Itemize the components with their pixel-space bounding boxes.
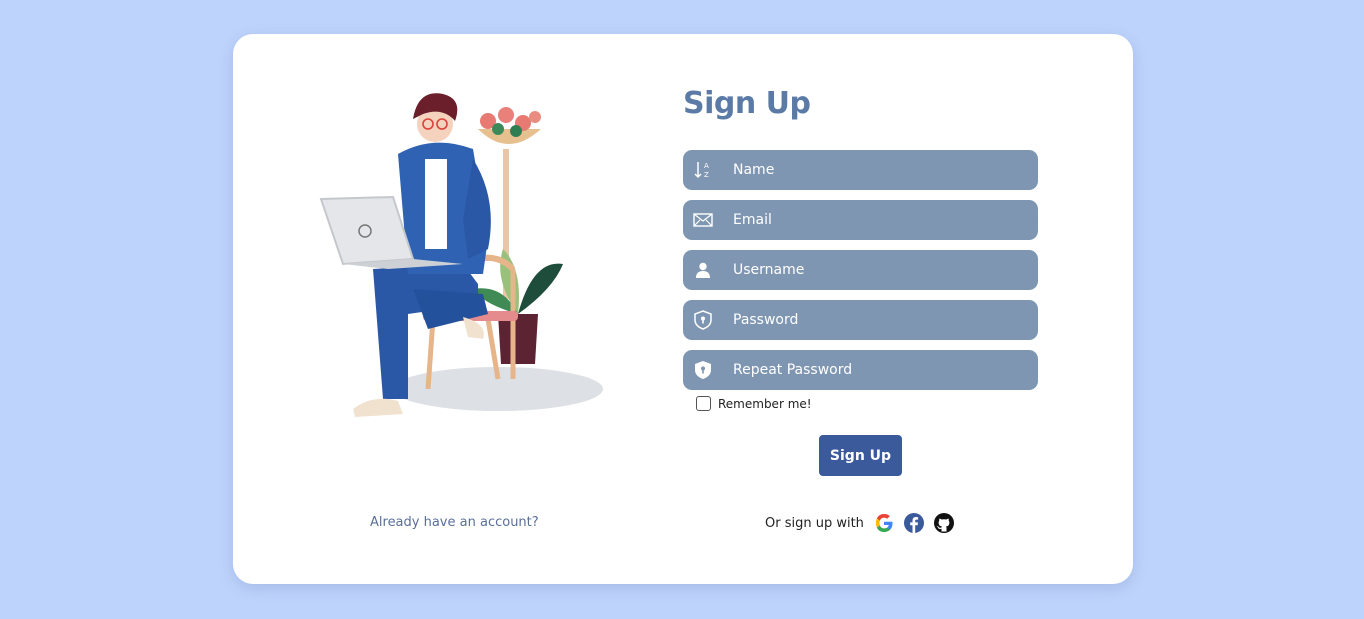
password-field[interactable] [683, 300, 1038, 340]
facebook-icon[interactable] [903, 512, 925, 534]
repeat-password-field[interactable] [683, 350, 1038, 390]
social-signup: Or sign up with [765, 512, 963, 534]
shield-lock-filled-icon [683, 350, 723, 390]
username-input[interactable] [733, 250, 1023, 290]
login-link[interactable]: Already have an account? [370, 515, 539, 530]
remember-label: Remember me! [718, 396, 812, 411]
user-icon [683, 250, 723, 290]
email-input[interactable] [733, 200, 1023, 240]
github-icon[interactable] [933, 512, 955, 534]
page-title: Sign Up [683, 86, 811, 121]
username-field[interactable] [683, 250, 1038, 290]
svg-text:Z: Z [704, 171, 709, 179]
sort-alpha-icon: AZ [683, 150, 723, 190]
repeat-password-input[interactable] [733, 350, 1023, 390]
social-icons [873, 512, 963, 534]
illustration-person-with-laptop [313, 89, 613, 434]
signup-card: Sign Up AZ Remember me! Sign Up Al [233, 34, 1133, 584]
password-input[interactable] [733, 300, 1023, 340]
remember-checkbox[interactable] [696, 396, 711, 411]
email-field[interactable] [683, 200, 1038, 240]
name-input[interactable] [733, 150, 1023, 190]
svg-text:A: A [704, 162, 709, 170]
envelope-icon [683, 200, 723, 240]
remember-me[interactable]: Remember me! [696, 396, 812, 411]
name-field[interactable]: AZ [683, 150, 1038, 190]
google-icon[interactable] [873, 512, 895, 534]
shield-lock-icon [683, 300, 723, 340]
social-label: Or sign up with [765, 515, 864, 531]
sign-up-button[interactable]: Sign Up [819, 435, 902, 476]
